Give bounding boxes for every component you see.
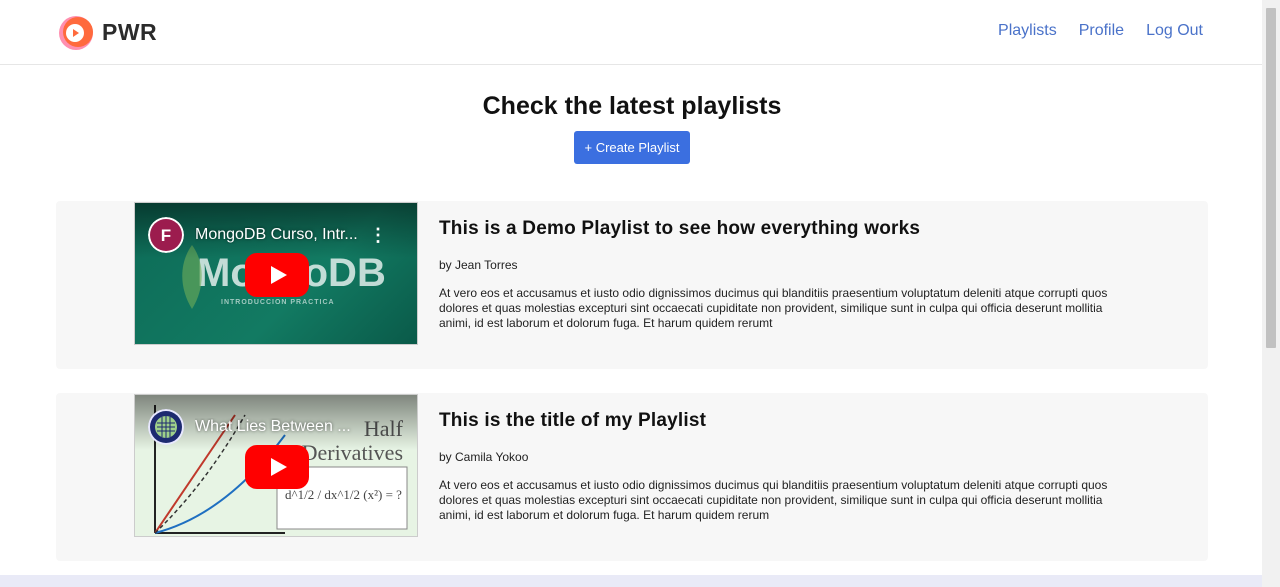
video-title-link[interactable]: MongoDB Curso, Intr... <box>195 226 367 244</box>
playlist-author: by Camila Yokoo <box>439 450 529 464</box>
video-embed[interactable]: MongoDB INTRODUCCION PRACTICA F MongoDB … <box>134 202 418 345</box>
nav-link-profile[interactable]: Profile <box>1079 22 1124 40</box>
create-playlist-button[interactable]: + Create Playlist <box>574 131 690 164</box>
playlist-author: by Jean Torres <box>439 258 518 272</box>
playlist-card: Half Derivatives d^1/2 / dx^1/2 (x²) = ?… <box>56 393 1208 561</box>
page-scrollbar[interactable] <box>1262 0 1280 587</box>
nav-link-playlists[interactable]: Playlists <box>998 22 1057 40</box>
scrollbar-thumb[interactable] <box>1266 8 1276 348</box>
more-options-icon[interactable]: ⋮ <box>369 225 387 246</box>
channel-avatar-icon[interactable]: F <box>148 217 184 253</box>
page-title: Check the latest playlists <box>482 92 782 120</box>
play-button-icon[interactable] <box>245 445 309 489</box>
nav-links: Playlists Profile Log Out <box>998 22 1203 40</box>
playlist-title[interactable]: This is the title of my Playlist <box>439 410 706 432</box>
video-embed[interactable]: Half Derivatives d^1/2 / dx^1/2 (x²) = ?… <box>134 394 418 537</box>
playlist-description: At vero eos et accusamus et iusto odio d… <box>439 478 1108 522</box>
brand[interactable]: PWR <box>56 12 157 52</box>
video-title-link[interactable]: What Lies Between ... <box>195 418 367 436</box>
playlist-card: MongoDB INTRODUCCION PRACTICA F MongoDB … <box>56 201 1208 369</box>
nav-link-logout[interactable]: Log Out <box>1146 22 1203 40</box>
playlist-description: At vero eos et accusamus et iusto odio d… <box>439 286 1108 330</box>
brand-logo-icon <box>59 16 93 50</box>
play-button-icon[interactable] <box>245 253 309 297</box>
thumbnail-formula: d^1/2 / dx^1/2 (x²) = ? <box>285 487 402 502</box>
thumbnail-subtext: INTRODUCCION PRACTICA <box>221 299 335 306</box>
bottom-strip <box>0 575 1262 587</box>
brand-name: PWR <box>102 18 158 45</box>
channel-avatar-icon[interactable] <box>148 409 184 445</box>
playlist-title[interactable]: This is a Demo Playlist to see how every… <box>439 218 920 240</box>
svg-text:F: F <box>161 226 171 245</box>
top-navbar: PWR Playlists Profile Log Out <box>0 0 1262 65</box>
